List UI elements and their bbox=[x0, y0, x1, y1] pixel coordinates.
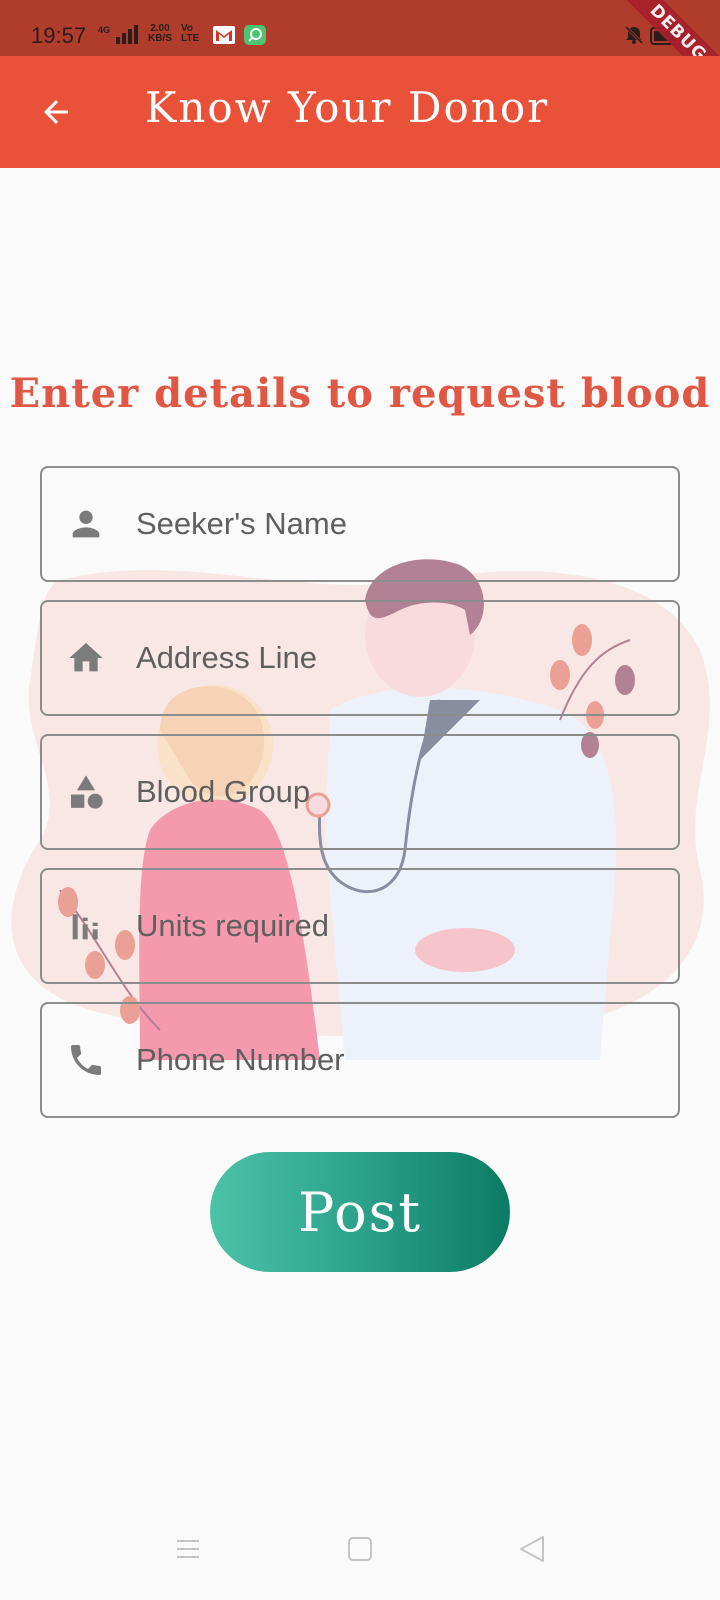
signal-icon bbox=[116, 25, 138, 44]
speed-unit: KB/S bbox=[148, 33, 172, 44]
person-icon bbox=[66, 504, 106, 544]
blood-group-field[interactable] bbox=[40, 734, 680, 850]
volte-indicator: Vo LTE bbox=[181, 24, 199, 44]
app-bar: Know Your Donor bbox=[0, 56, 720, 168]
home-icon bbox=[66, 638, 106, 678]
volte-bottom: LTE bbox=[181, 33, 200, 44]
phone-number-input[interactable] bbox=[136, 1034, 656, 1086]
back-button[interactable] bbox=[30, 86, 82, 138]
form-heading: Enter details to request blood bbox=[9, 370, 711, 417]
app-title: Know Your Donor bbox=[145, 83, 550, 132]
mute-bell-icon bbox=[624, 25, 644, 45]
menu-icon[interactable] bbox=[175, 1536, 201, 1562]
phone-icon bbox=[66, 1040, 106, 1080]
phone-number-field[interactable] bbox=[40, 1002, 680, 1118]
status-bar: 19:57 4G 2.00 KB/S Vo LTE DEBUG bbox=[0, 0, 720, 99]
blood-group-input[interactable] bbox=[136, 766, 656, 818]
triangle-back-icon[interactable] bbox=[518, 1534, 546, 1564]
seeker-name-input[interactable] bbox=[136, 498, 656, 550]
gmail-icon bbox=[213, 26, 235, 44]
address-input[interactable] bbox=[136, 632, 656, 684]
system-nav-bar bbox=[0, 1520, 720, 1600]
status-time: 19:57 bbox=[31, 23, 87, 48]
bar-chart-icon bbox=[66, 906, 106, 946]
post-button[interactable]: Post bbox=[210, 1152, 510, 1272]
network-type: 4G bbox=[98, 25, 111, 35]
address-field[interactable] bbox=[40, 600, 680, 716]
units-required-input[interactable] bbox=[136, 900, 656, 952]
seeker-name-field[interactable] bbox=[40, 466, 680, 582]
app-notification-icon bbox=[244, 25, 266, 45]
arrow-left-icon bbox=[44, 100, 68, 124]
category-icon bbox=[66, 772, 106, 812]
square-home-icon[interactable] bbox=[347, 1536, 373, 1562]
data-speed: 2.00 KB/S bbox=[148, 24, 172, 44]
units-required-field[interactable] bbox=[40, 868, 680, 984]
